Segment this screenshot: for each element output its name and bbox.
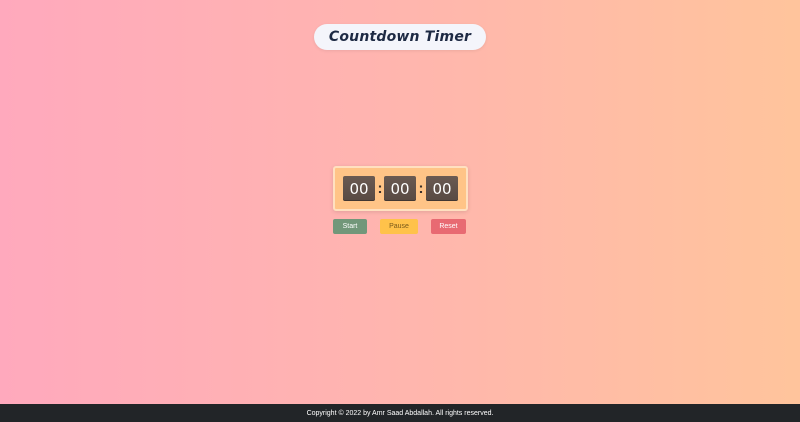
start-button[interactable]: Start — [333, 219, 367, 234]
colon-separator: : — [418, 179, 424, 197]
minutes-display: 00 — [384, 176, 416, 201]
timer-display: 00 : 00 : 00 — [333, 166, 468, 211]
colon-separator: : — [377, 179, 383, 197]
copyright-text: Copyright © 2022 by Amr Saad Abdallah. A… — [306, 409, 494, 417]
page-title: Countdown Timer — [328, 29, 472, 45]
page-footer: Copyright © 2022 by Amr Saad Abdallah. A… — [0, 404, 800, 422]
seconds-display: 00 — [426, 176, 458, 201]
reset-button[interactable]: Reset — [431, 219, 466, 234]
title-pill: Countdown Timer — [314, 24, 486, 50]
pause-button[interactable]: Pause — [380, 219, 418, 234]
hours-display: 00 — [343, 176, 375, 201]
